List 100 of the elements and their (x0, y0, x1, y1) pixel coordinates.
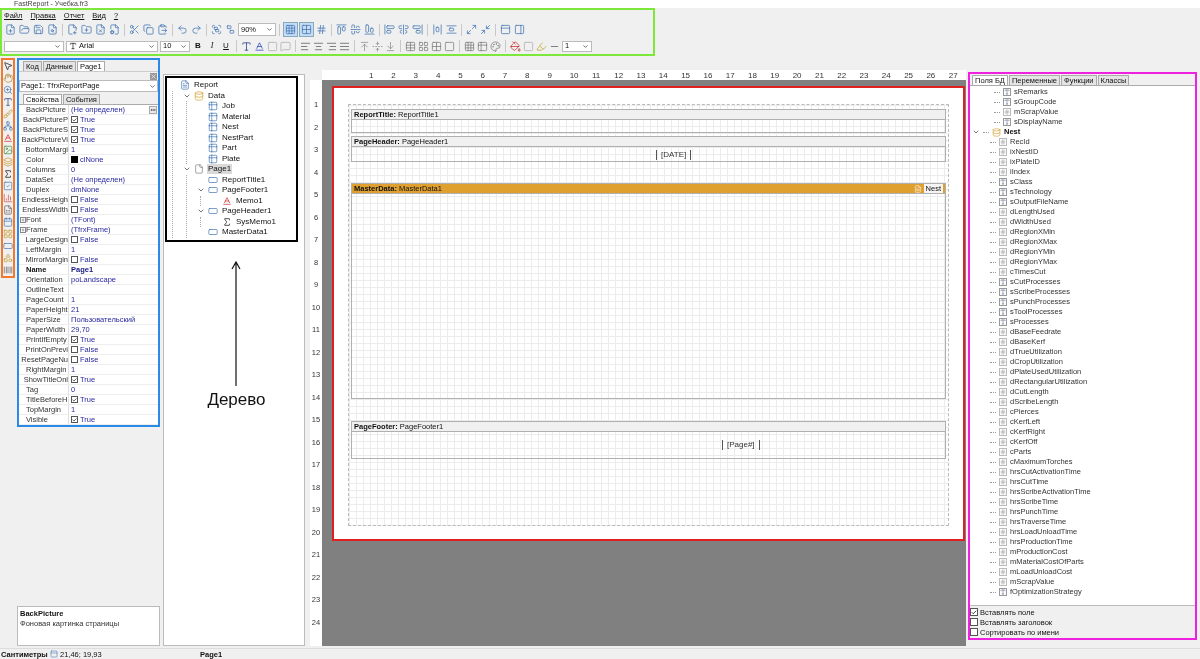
database-icon[interactable] (194, 90, 204, 101)
number-field-icon[interactable] (999, 268, 1007, 276)
number-field-icon[interactable] (999, 578, 1007, 586)
align-left-icon[interactable] (300, 40, 311, 52)
number-field-icon[interactable] (999, 218, 1007, 226)
new-page-icon[interactable] (67, 24, 78, 35)
band-icon[interactable] (208, 227, 218, 238)
number-field-icon[interactable] (999, 468, 1007, 476)
tree-item[interactable]: Part (221, 143, 238, 154)
align-right-icon[interactable] (326, 40, 337, 52)
italic-button[interactable]: I (206, 40, 218, 52)
tree-item[interactable]: Data (207, 90, 226, 101)
font-color-icon[interactable] (254, 40, 265, 52)
sum-icon[interactable] (222, 216, 232, 227)
text-field-icon[interactable] (999, 278, 1007, 286)
font-style-icon[interactable] (241, 40, 252, 52)
number-field-icon[interactable] (999, 398, 1007, 406)
text-field-icon[interactable] (1003, 88, 1011, 96)
number-field-icon[interactable] (999, 328, 1007, 336)
space-vertical-icon[interactable] (446, 24, 457, 35)
number-field-icon[interactable] (999, 258, 1007, 266)
valign-top-icon[interactable] (359, 40, 370, 52)
number-field-icon[interactable] (999, 478, 1007, 486)
tree-item[interactable]: Report (193, 80, 219, 91)
text-field-icon[interactable] (999, 588, 1007, 596)
text-field-icon[interactable] (1003, 98, 1011, 106)
band-icon[interactable] (208, 206, 218, 217)
checkbox[interactable] (71, 376, 78, 383)
checkbox[interactable] (71, 116, 78, 123)
number-field-icon[interactable] (999, 348, 1007, 356)
text-field-icon[interactable] (999, 288, 1007, 296)
text-field-icon[interactable] (999, 308, 1007, 316)
bold-button[interactable]: B (192, 40, 204, 52)
table-icon[interactable] (208, 132, 218, 143)
checkbox-icon[interactable] (3, 181, 13, 191)
ungroup-icon[interactable] (225, 24, 236, 35)
align-center-icon[interactable] (398, 24, 409, 35)
band-icon[interactable] (208, 185, 218, 196)
justify-icon[interactable] (339, 40, 350, 52)
zoom-icon[interactable] (3, 85, 13, 95)
number-field-icon[interactable] (999, 408, 1007, 416)
table-icon[interactable] (208, 122, 218, 133)
grid-align-icon[interactable] (301, 24, 312, 35)
close-icon[interactable] (150, 72, 157, 80)
number-field-icon[interactable] (999, 358, 1007, 366)
memo-field[interactable]: [DATE] (656, 150, 692, 160)
align-middle-icon[interactable] (350, 24, 361, 35)
align-right-icon[interactable] (412, 24, 423, 35)
number-field-icon[interactable] (999, 158, 1007, 166)
number-field-icon[interactable] (999, 388, 1007, 396)
text-field-icon[interactable] (999, 198, 1007, 206)
pointer-icon[interactable] (3, 61, 13, 71)
number-field-icon[interactable] (999, 438, 1007, 446)
delete-page-icon[interactable] (95, 24, 106, 35)
calendar-icon[interactable] (3, 217, 13, 227)
number-field-icon[interactable] (999, 548, 1007, 556)
page-settings-icon[interactable] (109, 24, 120, 35)
number-field-icon[interactable] (999, 168, 1007, 176)
tree-item[interactable]: PageHeader1 (221, 206, 273, 217)
table-icon[interactable] (208, 111, 218, 122)
table-icon[interactable] (208, 143, 218, 154)
memo-field[interactable]: [Page#] (722, 440, 760, 450)
checkbox[interactable] (970, 628, 978, 636)
align-top-icon[interactable] (336, 24, 347, 35)
grid-icon[interactable] (285, 24, 296, 35)
tree-item[interactable]: Material (221, 111, 252, 122)
barcode-icon[interactable] (3, 265, 13, 275)
text-field-icon[interactable] (999, 178, 1007, 186)
number-field-icon[interactable] (999, 538, 1007, 546)
checkbox[interactable] (71, 346, 78, 353)
text-field-icon[interactable] (999, 188, 1007, 196)
valign-middle-icon[interactable] (372, 40, 383, 52)
number-field-icon[interactable] (999, 498, 1007, 506)
space-horizontal-icon[interactable] (432, 24, 443, 35)
style-dropdown[interactable] (4, 40, 64, 52)
folder-plus-icon[interactable] (81, 24, 92, 35)
checkbox[interactable] (71, 416, 78, 423)
table-icon[interactable] (208, 153, 218, 164)
report-icon[interactable] (180, 80, 190, 91)
number-field-icon[interactable] (999, 448, 1007, 456)
number-field-icon[interactable] (999, 558, 1007, 566)
checkbox[interactable] (970, 618, 978, 626)
table-icon[interactable] (208, 101, 218, 112)
number-field-icon[interactable] (999, 418, 1007, 426)
checkbox[interactable] (71, 126, 78, 133)
band-icon[interactable] (208, 174, 218, 185)
band-icon[interactable] (3, 241, 13, 251)
save-icon[interactable] (33, 24, 44, 35)
tree-item[interactable]: Job (221, 101, 236, 112)
group-icon[interactable] (211, 24, 222, 35)
number-field-icon[interactable] (999, 368, 1007, 376)
cut-icon[interactable] (129, 24, 140, 35)
number-field-icon[interactable] (999, 518, 1007, 526)
tree-item[interactable]: Memo1 (235, 195, 264, 206)
tree-item[interactable]: Plate (221, 153, 242, 164)
number-field-icon[interactable] (999, 228, 1007, 236)
copy-icon[interactable] (143, 24, 154, 35)
tree-item[interactable]: Nest (221, 122, 240, 133)
number-field-icon[interactable] (999, 488, 1007, 496)
tree-item[interactable]: SysMemo1 (235, 216, 277, 227)
